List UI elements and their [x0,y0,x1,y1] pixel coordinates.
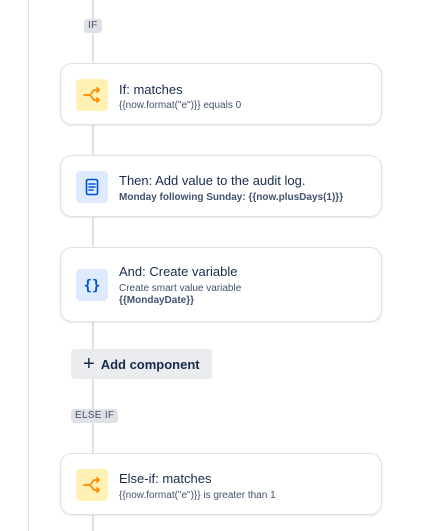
branch-icon [76,79,108,111]
if-condition-card[interactable]: If: matches {{now.format("e")}} equals 0 [60,63,382,125]
create-variable-name: {{MondayDate}} [119,295,195,306]
else-if-condition-subtitle: {{now.format("e")}} is greater than 1 [119,490,276,501]
create-variable-title: And: Create variable [119,264,238,279]
audit-log-action-card[interactable]: Then: Add value to the audit log. Monday… [60,155,382,217]
else-if-tag: ELSE IF [71,409,119,423]
audit-log-action-subtitle: Monday following Sunday: {{now.plusDays(… [119,192,344,203]
create-variable-action-card[interactable]: {} And: Create variable Create smart val… [60,247,382,322]
if-condition-subtitle: {{now.format("e")}} equals 0 [119,100,242,111]
else-if-condition-card[interactable]: Else-if: matches {{now.format("e")}} is … [60,453,382,515]
if-condition-title: If: matches [119,82,183,97]
add-component-button[interactable]: + Add component [71,349,212,379]
svg-text:{}: {} [84,278,101,294]
document-icon [76,171,108,203]
create-variable-subtitle: Create smart value variable [119,283,242,294]
outer-border-line [28,0,29,531]
branch-icon [76,469,108,501]
add-component-label: Add component [100,356,200,372]
if-tag: IF [84,19,102,33]
plus-icon: + [83,353,95,375]
audit-log-action-title: Then: Add value to the audit log. [119,173,306,188]
braces-icon: {} [76,269,108,301]
else-if-condition-title: Else-if: matches [119,471,212,486]
